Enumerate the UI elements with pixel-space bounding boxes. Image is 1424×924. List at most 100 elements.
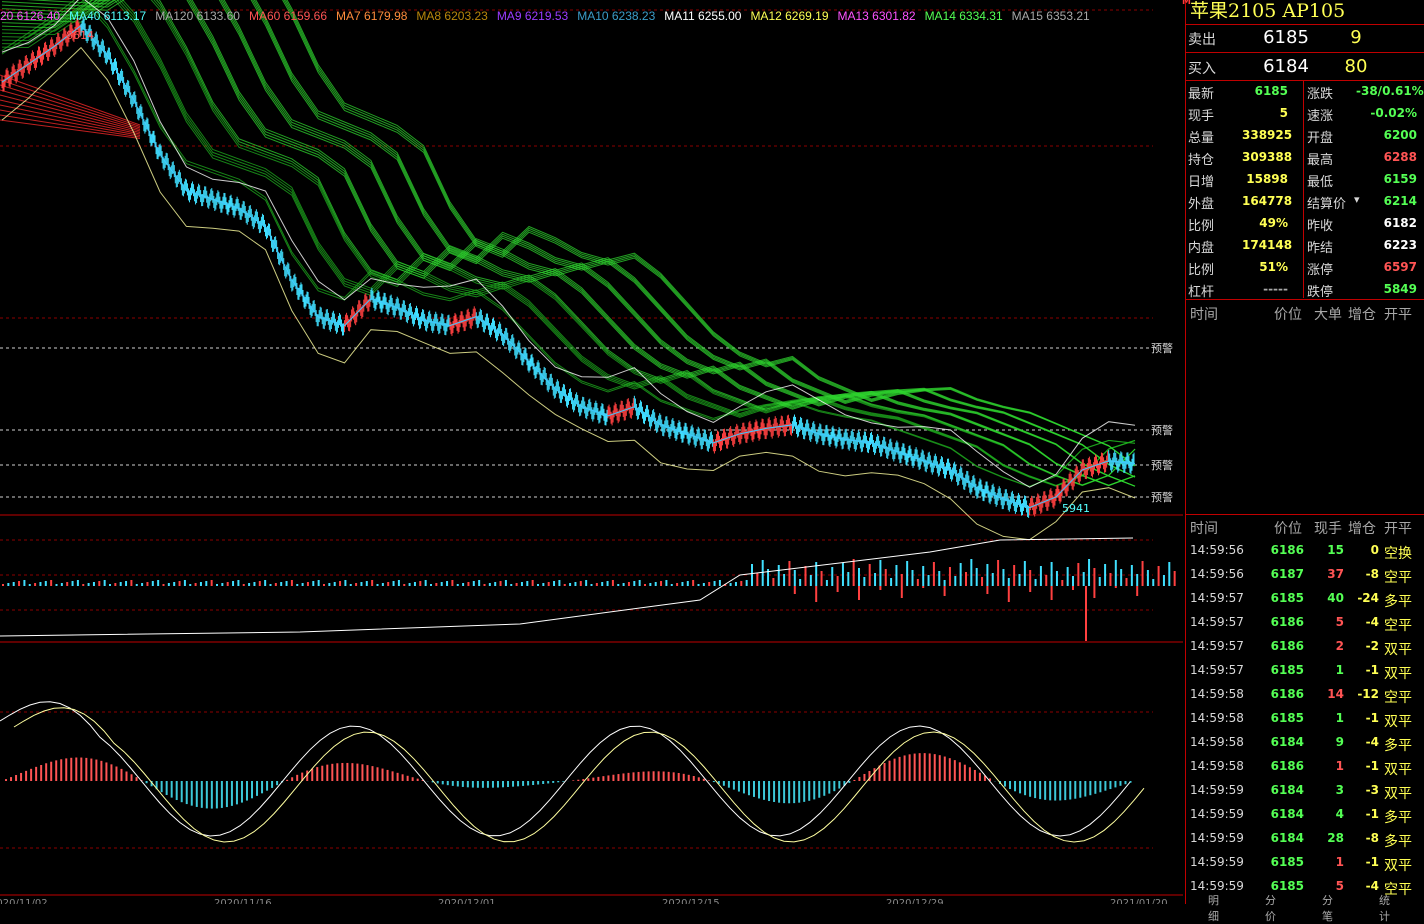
tick-row[interactable]: 14:59:59 6184 4 -1 多平 <box>1186 803 1424 827</box>
tick-cell-t: 14:59:58 <box>1190 687 1244 701</box>
tick-cell-t: 14:59:56 <box>1190 543 1244 557</box>
ma-ribbon-line <box>1 0 1136 487</box>
quote-label: 跌停 <box>1307 285 1334 300</box>
tick-row[interactable]: 14:59:58 6186 1 -1 双平 <box>1186 755 1424 779</box>
quote-label: 速涨 <box>1307 109 1334 124</box>
quote-row: 现手 5 速涨 -0.02% <box>1186 102 1424 124</box>
quote-value: 49% <box>1259 216 1288 230</box>
tick-hdr-price: 价位 <box>1274 521 1302 537</box>
tick-row[interactable]: 14:59:59 6184 28 -8 多平 <box>1186 827 1424 851</box>
tick-cell-t: 14:59:57 <box>1190 591 1244 605</box>
ma-ribbon-line <box>252 0 1136 478</box>
quote-value: 6182 <box>1383 216 1417 230</box>
big-order-header: 时间 价位 大单 增仓 开平 <box>1186 304 1424 324</box>
quote-value: 6597 <box>1383 260 1417 274</box>
quote-value: ----- <box>1263 282 1288 296</box>
tick-cell-o: -24 <box>1357 591 1379 605</box>
tick-row[interactable]: 14:59:58 6185 1 -1 双平 <box>1186 707 1424 731</box>
ma-legend-item: MA9 6219.53 <box>496 9 569 23</box>
quote-label: 最新 <box>1188 87 1215 102</box>
tick-cell-v: 15 <box>1327 543 1344 557</box>
ask-row[interactable]: 卖出 6185 9 <box>1186 24 1424 52</box>
quote-label: 日增 <box>1188 175 1215 190</box>
ma-ribbon-line <box>1 0 1136 486</box>
tick-row[interactable]: 14:59:57 6186 5 -4 空平 <box>1186 611 1424 635</box>
quote-label: 涨停 <box>1307 263 1334 278</box>
x-date-label: 2021/01/20 <box>1110 898 1168 904</box>
tick-cell-v: 9 <box>1335 735 1344 749</box>
ma-ribbon-line <box>1 0 1136 487</box>
quote-label: 外盘 <box>1188 197 1215 212</box>
tick-row[interactable]: 14:59:59 6184 3 -3 双平 <box>1186 779 1424 803</box>
divider <box>1186 514 1424 515</box>
tick-cell-p: 6184 <box>1270 831 1304 845</box>
tick-cell-k: 空平 <box>1384 690 1412 706</box>
quote-label: 杠杆 <box>1188 285 1215 300</box>
tick-cell-p: 6185 <box>1270 591 1304 605</box>
tick-cell-o: -8 <box>1365 567 1379 581</box>
x-date-label: 2020/12/01 <box>438 898 496 904</box>
quote-label: 涨跌 <box>1307 87 1334 102</box>
divider <box>1186 299 1424 300</box>
kline-chart-area[interactable]: 预警预警预警预警861459412020/11/022020/11/162020… <box>0 0 1183 904</box>
quote-value: 309388 <box>1242 150 1293 164</box>
tick-cell-v: 2 <box>1335 639 1344 653</box>
upper-band <box>1 0 1136 488</box>
quote-value: 15898 <box>1246 172 1288 186</box>
main-chart-svg[interactable]: 预警预警预警预警861459412020/11/022020/11/162020… <box>0 0 1183 904</box>
tick-cell-o: -3 <box>1365 783 1379 797</box>
ma-legend-item: MA40 6113.17 <box>69 9 147 23</box>
ma-legend-item: 20 6126.40 <box>0 9 61 23</box>
ma-legend-item: MA10 6238.23 <box>577 9 656 23</box>
ma-ribbon-line <box>1 0 1136 486</box>
quote-value: 5 <box>1279 106 1288 120</box>
tick-cell-v: 4 <box>1335 807 1344 821</box>
bottom-tab[interactable]: 分笔 <box>1322 892 1333 924</box>
tick-row[interactable]: 14:59:57 6186 2 -2 双平 <box>1186 635 1424 659</box>
tick-cell-k: 双平 <box>1384 642 1412 658</box>
tick-row[interactable]: 14:59:58 6186 14 -12 空平 <box>1186 683 1424 707</box>
tick-cell-p: 6185 <box>1270 879 1304 893</box>
tick-cell-t: 14:59:56 <box>1190 567 1244 581</box>
quote-value: 5849 <box>1383 282 1417 296</box>
tick-row[interactable]: 14:59:58 6184 9 -4 多平 <box>1186 731 1424 755</box>
dropdown-arrow-icon[interactable]: ▾ <box>1354 193 1360 206</box>
tick-cell-k: 空平 <box>1384 570 1412 586</box>
bid-row[interactable]: 买入 6184 80 <box>1186 53 1424 81</box>
bid-volume: 80 <box>1344 56 1368 77</box>
quote-row: 日增 15898 最低 6159 <box>1186 168 1424 190</box>
quote-label: 昨收 <box>1307 219 1334 234</box>
quote-value: 51% <box>1259 260 1288 274</box>
tick-cell-k: 双平 <box>1384 786 1412 802</box>
tick-cell-p: 6184 <box>1270 735 1304 749</box>
tick-cell-k: 双平 <box>1384 666 1412 682</box>
open-interest-line <box>0 537 1134 637</box>
tick-cell-k: 空换 <box>1384 546 1412 562</box>
bottom-tab[interactable]: 明细 <box>1208 892 1219 924</box>
tick-cell-k: 多平 <box>1384 810 1412 826</box>
bottom-tab[interactable]: 统计 <box>1379 892 1390 924</box>
x-date-label: 2020/12/15 <box>662 898 720 904</box>
tick-row[interactable]: 14:59:57 6185 40 -24 多平 <box>1186 587 1424 611</box>
tick-row[interactable]: 14:59:57 6185 1 -1 双平 <box>1186 659 1424 683</box>
ma-legend-item: MA13 6301.82 <box>837 9 916 23</box>
ma-ribbon-line <box>85 0 1136 487</box>
tick-row[interactable]: 14:59:56 6187 37 -8 空平 <box>1186 563 1424 587</box>
quote-row: 外盘 164778 结算价 6214 ▾ <box>1186 190 1424 212</box>
tick-cell-k: 双平 <box>1384 858 1412 874</box>
ma-legend-item: MA11 6255.00 <box>664 9 742 23</box>
tick-row[interactable]: 14:59:59 6185 1 -1 双平 <box>1186 851 1424 875</box>
bottom-tab[interactable]: 分价 <box>1265 892 1276 924</box>
tick-row[interactable]: 14:59:56 6186 15 0 空换 <box>1186 539 1424 563</box>
quote-value: 6288 <box>1383 150 1417 164</box>
alert-label: 预警 <box>1151 341 1173 355</box>
tick-cell-p: 6186 <box>1270 759 1304 773</box>
tick-cell-p: 6186 <box>1270 543 1304 557</box>
quote-label: 现手 <box>1188 109 1215 124</box>
tick-cell-k: 双平 <box>1384 714 1412 730</box>
tick-cell-k: 多平 <box>1384 834 1412 850</box>
tick-cell-v: 14 <box>1327 687 1344 701</box>
tick-cell-t: 14:59:59 <box>1190 831 1244 845</box>
quote-label: 比例 <box>1188 219 1215 234</box>
ma-ribbon-line <box>253 0 1136 478</box>
